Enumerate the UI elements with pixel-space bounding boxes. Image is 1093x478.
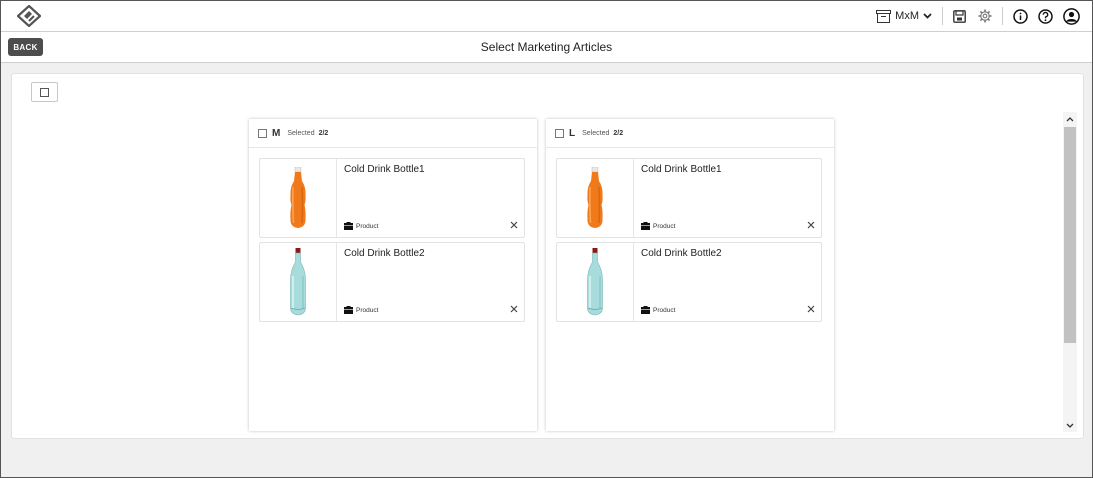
column-select-checkbox[interactable] bbox=[555, 128, 564, 138]
select-all-checkbox[interactable] bbox=[31, 82, 58, 102]
title-bar: BACK Select Marketing Articles bbox=[1, 32, 1092, 63]
article-card[interactable]: Cold Drink Bottle2 Product bbox=[259, 242, 525, 322]
save-icon[interactable] bbox=[953, 9, 966, 23]
checkbox-icon bbox=[40, 87, 49, 97]
size-column-m: M Selected 2/2 Cold Drink Bottle1 Produc… bbox=[249, 119, 537, 431]
selected-count: 2/2 bbox=[318, 129, 329, 137]
size-column-l: L Selected 2/2 Cold Drink Bottle1 Produc… bbox=[546, 119, 834, 431]
app-logo-icon[interactable] bbox=[17, 5, 41, 27]
remove-icon[interactable] bbox=[806, 220, 816, 230]
remove-icon[interactable] bbox=[509, 220, 519, 230]
clear-bottle-image bbox=[587, 248, 603, 316]
article-image bbox=[260, 159, 337, 237]
product-icon bbox=[641, 222, 650, 230]
selected-count: 2/2 bbox=[613, 129, 624, 137]
column-name: L bbox=[569, 127, 576, 139]
article-type: Product bbox=[641, 306, 675, 314]
column-name: M bbox=[272, 127, 281, 139]
clear-bottle-image bbox=[290, 248, 306, 316]
article-type-label: Product bbox=[356, 222, 379, 230]
main-panel: M Selected 2/2 Cold Drink Bottle1 Produc… bbox=[11, 73, 1084, 439]
vertical-scrollbar[interactable] bbox=[1063, 112, 1077, 432]
article-type-label: Product bbox=[653, 222, 676, 230]
header-divider bbox=[1002, 7, 1003, 25]
header-divider bbox=[942, 7, 943, 25]
article-image bbox=[557, 159, 634, 237]
orange-bottle-image bbox=[587, 167, 603, 228]
app-window: MxM BACK Select Marketing Articles M Sel… bbox=[0, 0, 1093, 478]
article-type-label: Product bbox=[356, 306, 379, 314]
column-header: M Selected 2/2 bbox=[249, 119, 537, 148]
article-title: Cold Drink Bottle1 bbox=[641, 164, 722, 175]
remove-icon[interactable] bbox=[509, 304, 519, 314]
top-bar: MxM bbox=[1, 1, 1092, 32]
column-select-checkbox[interactable] bbox=[258, 128, 267, 138]
article-title: Cold Drink Bottle2 bbox=[344, 248, 425, 259]
selected-label: Selected bbox=[582, 129, 610, 137]
workspace-selector[interactable]: MxM bbox=[876, 9, 932, 23]
info-icon[interactable] bbox=[1013, 8, 1028, 24]
product-icon bbox=[344, 222, 353, 230]
chevron-down-icon bbox=[923, 13, 932, 19]
chevron-down-icon bbox=[1066, 423, 1074, 428]
article-image bbox=[557, 243, 634, 321]
article-title: Cold Drink Bottle2 bbox=[641, 248, 722, 259]
selected-label: Selected bbox=[287, 129, 315, 137]
product-icon bbox=[344, 306, 353, 314]
article-card[interactable]: Cold Drink Bottle1 Product bbox=[556, 158, 822, 238]
orange-bottle-image bbox=[290, 167, 306, 228]
help-icon[interactable] bbox=[1038, 8, 1053, 24]
page-title: Select Marketing Articles bbox=[480, 40, 613, 54]
user-icon[interactable] bbox=[1063, 7, 1080, 25]
chevron-up-icon bbox=[1066, 116, 1074, 121]
workspace-label: MxM bbox=[895, 10, 919, 22]
scroll-down-button[interactable] bbox=[1063, 418, 1077, 432]
article-type-label: Product bbox=[653, 306, 676, 314]
gear-icon[interactable] bbox=[978, 9, 992, 23]
article-card[interactable]: Cold Drink Bottle2 Product bbox=[556, 242, 822, 322]
workspace-icon bbox=[876, 9, 892, 23]
scroll-up-button[interactable] bbox=[1063, 112, 1077, 126]
product-icon bbox=[641, 306, 650, 314]
article-card[interactable]: Cold Drink Bottle1 Product bbox=[259, 158, 525, 238]
column-header: L Selected 2/2 bbox=[546, 119, 834, 148]
article-title: Cold Drink Bottle1 bbox=[344, 164, 425, 175]
article-type: Product bbox=[344, 222, 378, 230]
remove-icon[interactable] bbox=[806, 304, 816, 314]
article-type: Product bbox=[344, 306, 378, 314]
header-actions: MxM bbox=[876, 6, 1080, 26]
scroll-thumb[interactable] bbox=[1064, 127, 1076, 343]
article-type: Product bbox=[641, 222, 675, 230]
article-image bbox=[260, 243, 337, 321]
